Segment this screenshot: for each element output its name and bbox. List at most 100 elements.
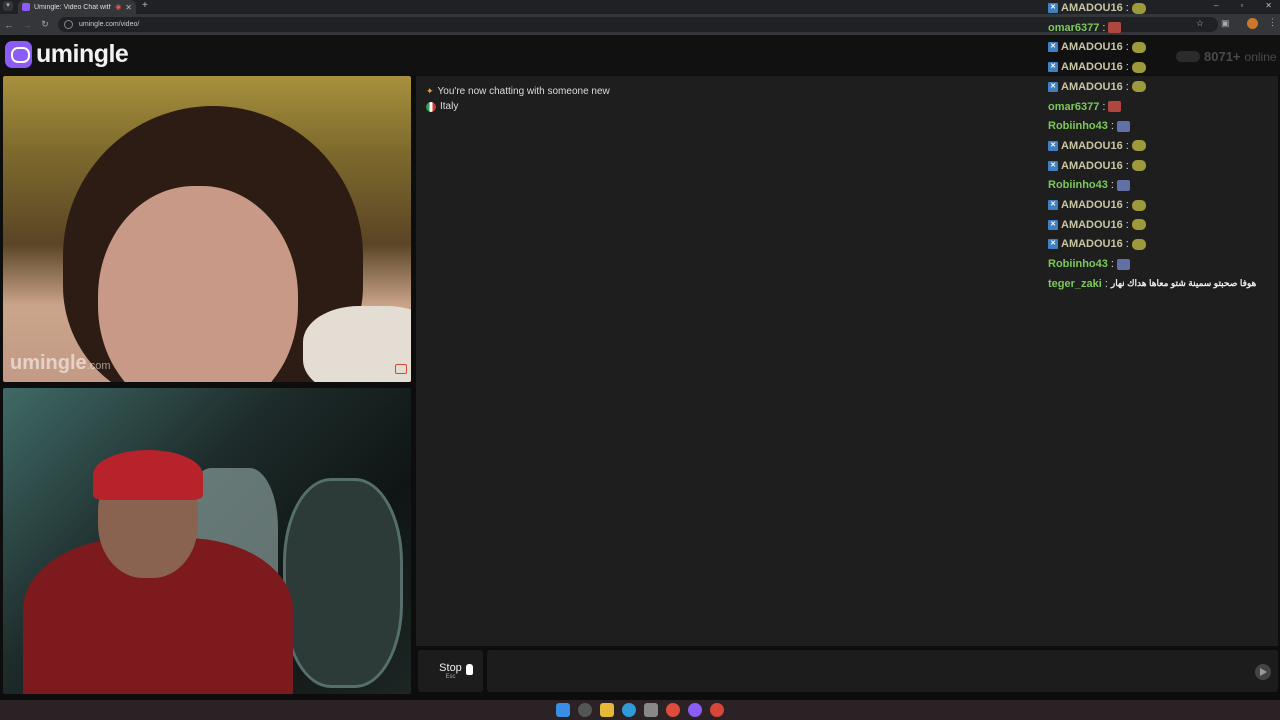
reload-icon[interactable]: ↻ [36, 19, 54, 30]
watermark-text: umingle [10, 352, 87, 374]
back-icon[interactable]: ← [0, 20, 18, 30]
windows-taskbar [0, 700, 1280, 720]
message-input[interactable] [487, 650, 1278, 692]
file-explorer-icon[interactable] [600, 703, 614, 717]
feed-username[interactable]: AMADOU16 [1061, 41, 1123, 53]
verified-badge-icon: ✕ [1048, 239, 1058, 250]
feed-row: ✕ AMADOU16: [1048, 59, 1146, 75]
feed-row: ✕ AMADOU16: [1048, 0, 1146, 16]
app-icon[interactable] [710, 703, 724, 717]
edge-icon[interactable] [622, 703, 636, 717]
feed-row: Robiinho43: [1048, 118, 1130, 134]
feed-row: Robiinho43: [1048, 256, 1130, 272]
feed-username[interactable]: AMADOU16 [1061, 238, 1123, 250]
stop-button[interactable]: Stop Esc [418, 650, 483, 692]
system-message: ✦ You're now chatting with someone new [426, 86, 610, 97]
umingle-logo[interactable]: umingle [5, 40, 129, 69]
audio-playing-icon: ◉ [115, 4, 122, 11]
feed-username[interactable]: teger_zaki [1048, 278, 1102, 290]
site-info-icon[interactable] [64, 20, 73, 29]
tab-search-icon[interactable]: ▾ [3, 1, 13, 11]
profile-avatar-icon[interactable] [1247, 18, 1258, 29]
system-message-text: You're now chatting with someone new [437, 86, 610, 97]
online-label: online [1244, 49, 1277, 64]
feed-separator: : [1125, 80, 1129, 93]
umingle-favicon-icon [22, 3, 30, 11]
search-icon[interactable] [578, 703, 592, 717]
feed-separator: : [1110, 179, 1114, 192]
minimize-icon[interactable]: – [1214, 0, 1218, 12]
country-line: Italy [426, 101, 458, 112]
tab-close-icon[interactable]: ✕ [125, 3, 132, 12]
online-toggle[interactable] [1176, 51, 1200, 62]
feed-separator: : [1125, 2, 1129, 14]
feed-username[interactable]: AMADOU16 [1061, 81, 1123, 93]
feed-separator: : [1102, 21, 1106, 34]
red-emoji-icon [1108, 22, 1122, 34]
feed-username[interactable]: Robiinho43 [1048, 120, 1108, 132]
chrome-icon[interactable] [666, 703, 680, 717]
stranger-video: umingle.com [3, 76, 411, 382]
red-emoji-icon [1108, 101, 1122, 112]
feed-row: teger_zaki: هوفا صحبتو سمينة شتو معاها هد… [1048, 276, 1256, 292]
feed-username[interactable]: AMADOU16 [1061, 199, 1123, 211]
chat-bubble-logo-icon [5, 41, 32, 68]
feed-separator: : [1102, 100, 1106, 113]
url-text: umingle.com/video/ [79, 21, 140, 28]
fish-emoji-icon [1131, 160, 1146, 172]
bookmark-star-icon[interactable]: ☆ [1196, 18, 1204, 29]
store-icon[interactable] [644, 703, 658, 717]
extensions-icon[interactable]: ▣ [1221, 18, 1230, 29]
verified-badge-icon: ✕ [1048, 140, 1058, 151]
feed-username[interactable]: AMADOU16 [1061, 2, 1123, 14]
online-counter: 8071+ online [1176, 49, 1277, 64]
umingle-app-icon[interactable] [688, 703, 702, 717]
fish-emoji-icon [1131, 41, 1146, 53]
new-tab-button[interactable]: + [142, 0, 148, 12]
feed-username[interactable]: Robiinho43 [1048, 258, 1108, 270]
country-text: Italy [440, 101, 459, 112]
feed-separator: : [1125, 238, 1129, 251]
feed-username[interactable]: AMADOU16 [1061, 160, 1123, 172]
online-count: 8071+ [1204, 49, 1241, 64]
logo-text: umingle [36, 40, 129, 68]
stop-label: Stop [439, 662, 462, 674]
feed-row: omar6377: [1048, 20, 1122, 36]
browser-tab[interactable]: Umingle: Video Chat with S ◉ ✕ [18, 0, 136, 14]
start-icon[interactable] [556, 703, 570, 717]
self-video [3, 388, 411, 694]
maximize-icon[interactable]: ▫ [1240, 0, 1243, 12]
fish-emoji-icon [1131, 2, 1146, 14]
feed-username[interactable]: Robiinho43 [1048, 179, 1108, 191]
feed-username[interactable]: AMADOU16 [1061, 140, 1123, 152]
feed-username[interactable]: AMADOU16 [1061, 61, 1123, 73]
report-flag-icon[interactable] [395, 364, 407, 374]
feed-row: ✕ AMADOU16: [1048, 79, 1146, 95]
fish-emoji-icon [1131, 199, 1146, 211]
fish-emoji-icon [1131, 238, 1146, 250]
send-icon[interactable] [1255, 664, 1271, 680]
close-window-icon[interactable]: ✕ [1265, 0, 1272, 12]
feed-separator: : [1125, 218, 1129, 231]
stop-shortcut-hint: Esc [445, 674, 456, 680]
feed-username[interactable]: AMADOU16 [1061, 219, 1123, 231]
feed-username[interactable]: omar6377 [1048, 22, 1099, 34]
feed-username[interactable]: omar6377 [1048, 101, 1099, 113]
omnibox[interactable]: umingle.com/video/ ☆ [58, 17, 1218, 32]
fish-emoji-icon [1131, 140, 1146, 152]
forward-icon[interactable]: → [18, 20, 36, 30]
feed-row: ✕ AMADOU16: [1048, 138, 1146, 154]
fish-emoji-icon [1131, 219, 1146, 231]
window-controls: – ▫ ✕ [1214, 0, 1272, 12]
tab-title: Umingle: Video Chat with S [34, 3, 112, 11]
feed-row: ✕ AMADOU16: [1048, 236, 1146, 252]
blue-emoji-icon [1116, 179, 1130, 191]
mouse-cursor-icon [466, 664, 473, 675]
browser-menu-icon[interactable]: ⋮ [1268, 17, 1277, 28]
feed-separator: : [1125, 159, 1129, 172]
sparkle-icon: ✦ [426, 86, 434, 96]
feed-row: ✕ AMADOU16: [1048, 217, 1146, 233]
feed-separator: : [1110, 120, 1114, 133]
feed-row: omar6377: [1048, 99, 1122, 115]
verified-badge-icon: ✕ [1048, 81, 1058, 92]
